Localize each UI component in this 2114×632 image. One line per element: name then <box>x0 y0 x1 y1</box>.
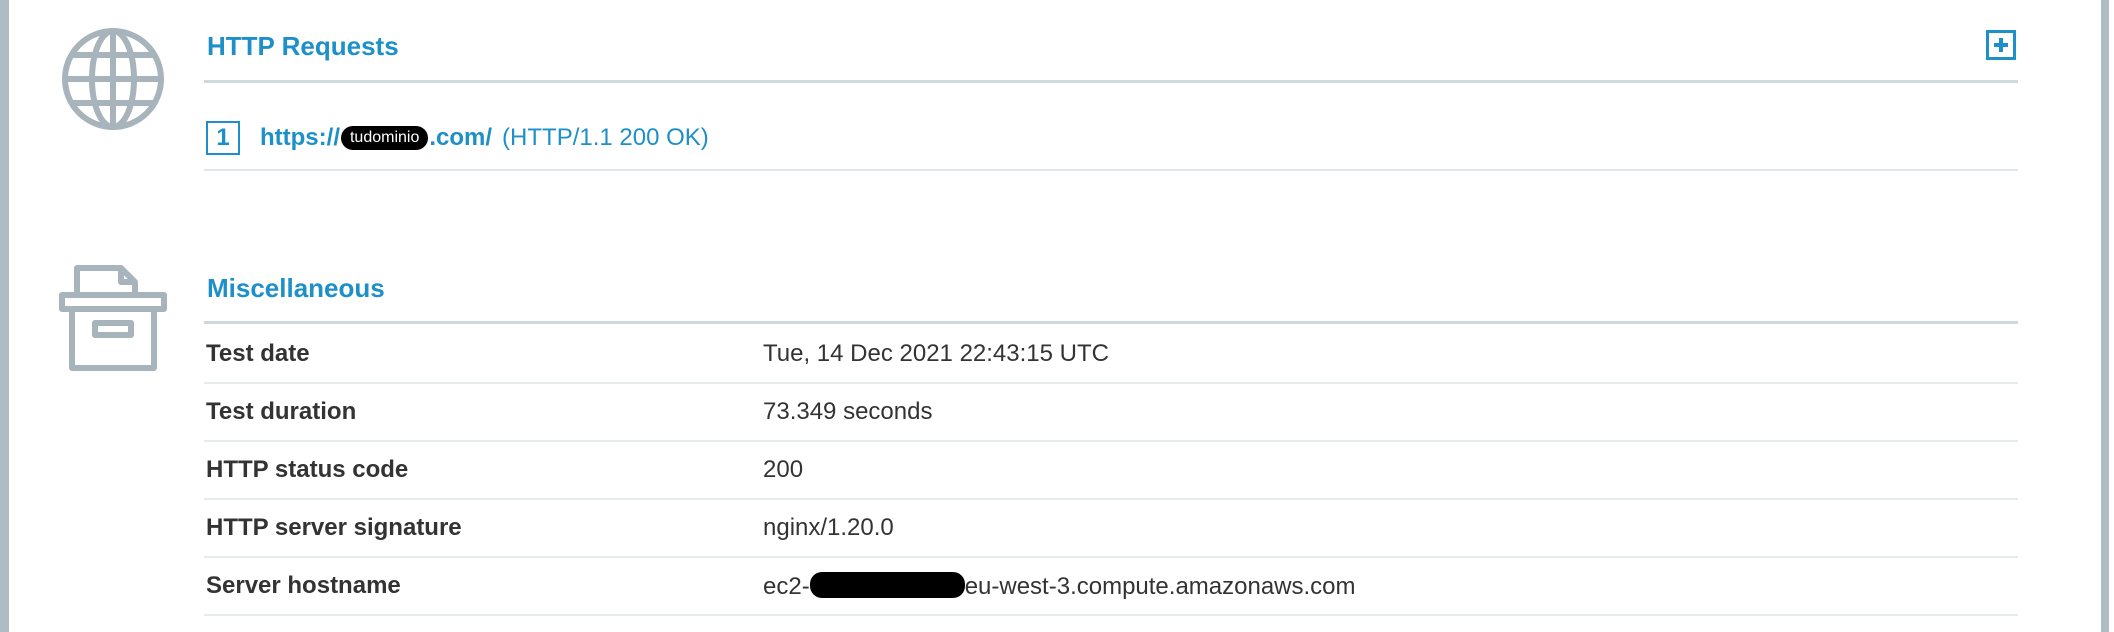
row-value: nginx/1.20.0 <box>763 499 2018 558</box>
request-number-badge: 1 <box>206 121 240 155</box>
table-row: HTTP server signature nginx/1.20.0 <box>204 499 2018 558</box>
table-row: Test duration 73.349 seconds <box>204 383 2018 442</box>
row-label: Test duration <box>204 383 763 442</box>
row-label: HTTP server signature <box>204 499 763 558</box>
redacted-domain-label: tudominio <box>340 126 429 150</box>
globe-icon <box>62 28 164 130</box>
row-label: Test date <box>204 326 763 384</box>
table-row: HTTP status code 200 <box>204 441 2018 500</box>
plus-square-icon[interactable] <box>1986 30 2016 60</box>
row-value: 73.349 seconds <box>763 383 2018 442</box>
row-value: Tue, 14 Dec 2021 22:43:15 UTC <box>763 326 2018 384</box>
http-requests-title: HTTP Requests <box>207 31 399 61</box>
table-row: Test date Tue, 14 Dec 2021 22:43:15 UTC <box>204 326 2018 384</box>
url-suffix: .com/ <box>429 124 493 151</box>
request-line: https://tudominio .com/ (HTTP/1.1 200 OK) <box>260 124 709 152</box>
request-row-divider <box>204 169 2018 171</box>
row-label: HTTP status code <box>204 441 763 500</box>
request-url-link[interactable]: https://tudominio .com/ <box>260 124 492 151</box>
url-prefix: https:// <box>260 124 340 151</box>
miscellaneous-table: Test date Tue, 14 Dec 2021 22:43:15 UTC … <box>204 326 2018 616</box>
hostname-suffix: eu-west-3.compute.amazonaws.com <box>964 572 1356 600</box>
request-status: (HTTP/1.1 200 OK) <box>502 124 709 151</box>
section-divider <box>204 80 2018 83</box>
row-value: 200 <box>763 441 2018 500</box>
section-divider <box>204 321 2018 324</box>
row-value: ec2- eu-west-3.compute.amazonaws.com <box>763 557 2018 616</box>
table-row: Server hostname ec2- eu-west-3.compute.am… <box>204 557 2018 616</box>
miscellaneous-title: Miscellaneous <box>207 273 385 303</box>
left-frame-border <box>0 0 9 632</box>
archive-box-icon <box>59 265 167 371</box>
hostname-prefix: ec2- <box>763 572 810 600</box>
row-label: Server hostname <box>204 557 763 616</box>
redaction-mark <box>809 571 965 598</box>
right-frame-border <box>2101 0 2109 632</box>
